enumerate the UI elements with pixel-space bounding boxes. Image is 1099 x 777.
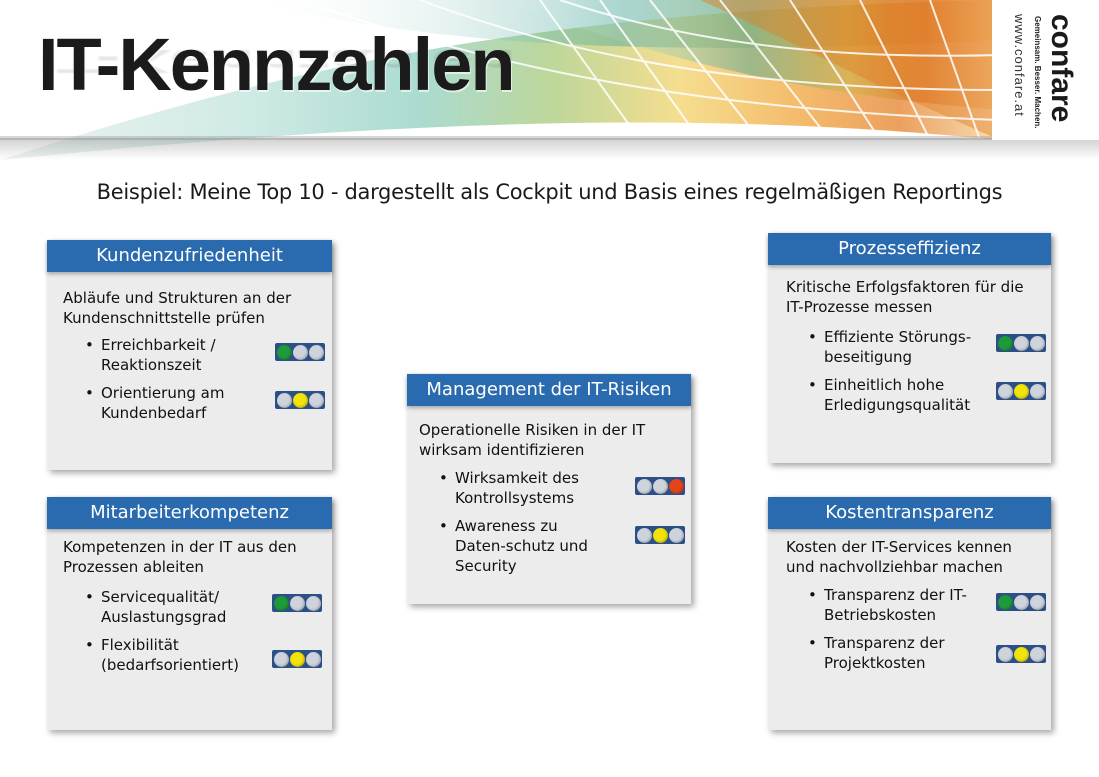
card-management-it-risiken: Management der IT-Risiken Operationelle … xyxy=(407,374,691,604)
kpi-item: • Effiziente Störungs-beseitigung xyxy=(808,327,1046,367)
kpi-item: • Transparenz der IT-Betriebskosten xyxy=(808,585,1046,625)
card-title: Kundenzufriedenheit xyxy=(47,240,332,272)
card-kundenzufriedenheit: Kundenzufriedenheit Abläufe und Struktur… xyxy=(47,240,332,470)
status-off-light xyxy=(273,651,289,667)
kpi-label: Transparenz der Projektkosten xyxy=(824,634,945,672)
status-off-light xyxy=(668,527,684,543)
header-banner: IT-Kennzahlen IT-Kennzahlen confare Geme… xyxy=(0,0,1099,160)
traffic-light-indicator xyxy=(996,645,1046,663)
kpi-label: Einheitlich hohe Erledigungsqualität xyxy=(824,376,971,414)
kpi-label: Transparenz der IT-Betriebskosten xyxy=(824,586,967,624)
status-off-light xyxy=(308,392,324,408)
status-off-light xyxy=(636,527,652,543)
status-off-light xyxy=(997,646,1013,662)
status-off-light xyxy=(1013,335,1029,351)
kpi-item: • Orientierung am Kundenbedarf xyxy=(85,383,325,423)
status-off-light xyxy=(1029,594,1045,610)
status-green-light xyxy=(273,595,289,611)
status-off-light xyxy=(1029,335,1045,351)
bullet-icon: • xyxy=(808,586,817,604)
card-description: Operationelle Risiken in der IT wirksam … xyxy=(419,421,646,459)
bullet-icon: • xyxy=(85,384,94,402)
traffic-light-indicator xyxy=(272,650,322,668)
card-title: Management der IT-Risiken xyxy=(407,374,691,406)
status-off-light xyxy=(1029,646,1045,662)
status-yellow-light xyxy=(1013,646,1029,662)
traffic-light-indicator xyxy=(635,526,685,544)
status-green-light xyxy=(276,344,292,360)
status-off-light xyxy=(305,651,321,667)
kpi-label: Erreichbarkeit / Reaktionszeit xyxy=(101,336,216,374)
card-description: Abläufe und Strukturen an der Kundenschn… xyxy=(63,289,292,327)
slide-subtitle: Beispiel: Meine Top 10 - dargestellt als… xyxy=(96,180,1003,204)
status-yellow-light xyxy=(292,392,308,408)
status-red-light xyxy=(668,478,684,494)
kpi-item: • Wirksamkeit des Kontrollsystems xyxy=(439,468,685,508)
bullet-icon: • xyxy=(439,517,448,535)
card-description: Kosten der IT-Services kennen und nachvo… xyxy=(786,538,1012,576)
card-mitarbeiterkompetenz: Mitarbeiterkompetenz Kompetenzen in der … xyxy=(47,497,332,730)
kpi-item: • Awareness zu Daten-schutz und Security xyxy=(439,516,685,575)
bullet-icon: • xyxy=(808,328,817,346)
traffic-light-indicator xyxy=(635,477,685,495)
status-off-light xyxy=(1013,594,1029,610)
status-green-light xyxy=(997,594,1013,610)
status-green-light xyxy=(997,335,1013,351)
status-off-light xyxy=(305,595,321,611)
kpi-item: • Flexibilität (bedarfsorientiert) xyxy=(85,635,324,675)
traffic-light-indicator xyxy=(272,594,322,612)
kpi-item: • Transparenz der Projektkosten xyxy=(808,633,1046,673)
status-yellow-light xyxy=(1013,383,1029,399)
card-title: Prozesseffizienz xyxy=(768,233,1051,265)
status-off-light xyxy=(652,478,668,494)
status-yellow-light xyxy=(289,651,305,667)
status-off-light xyxy=(636,478,652,494)
kpi-item: • Einheitlich hohe Erledigungsqualität xyxy=(808,375,1046,415)
kpi-label: Awareness zu Daten-schutz und Security xyxy=(455,517,588,575)
page-title: IT-Kennzahlen xyxy=(38,23,516,106)
bullet-icon: • xyxy=(808,376,817,394)
bullet-icon: • xyxy=(85,588,94,606)
kpi-label: Wirksamkeit des Kontrollsystems xyxy=(455,469,579,507)
status-off-light xyxy=(997,383,1013,399)
traffic-light-indicator xyxy=(275,343,325,361)
card-prozesseffizienz: Prozesseffizienz Kritische Erfolgsfaktor… xyxy=(768,233,1051,463)
logo-url: www.confare.at xyxy=(1012,14,1027,117)
card-description: Kritische Erfolgsfaktoren für die IT-Pro… xyxy=(786,278,1024,316)
card-description: Kompetenzen in der IT aus den Prozessen … xyxy=(63,538,297,576)
traffic-light-indicator xyxy=(996,382,1046,400)
card-title: Mitarbeiterkompetenz xyxy=(47,497,332,529)
traffic-light-indicator xyxy=(996,334,1046,352)
card-kostentransparenz: Kostentransparenz Kosten der IT-Services… xyxy=(768,497,1051,730)
status-yellow-light xyxy=(652,527,668,543)
logo-tagline: Gemeinsam. Besser. Machen. xyxy=(1033,16,1042,129)
kpi-item: • Erreichbarkeit / Reaktionszeit xyxy=(85,335,325,375)
kpi-label: Servicequalität/ Auslastungsgrad xyxy=(101,588,227,626)
kpi-label: Flexibilität (bedarfsorientiert) xyxy=(101,636,240,674)
bullet-icon: • xyxy=(808,634,817,652)
confare-logo: confare xyxy=(1045,14,1078,123)
bullet-icon: • xyxy=(439,469,448,487)
status-off-light xyxy=(1029,383,1045,399)
bullet-icon: • xyxy=(85,336,94,354)
traffic-light-indicator xyxy=(996,593,1046,611)
header-shadow xyxy=(0,138,1099,160)
kpi-label: Orientierung am Kundenbedarf xyxy=(101,384,225,422)
kpi-label: Effiziente Störungs-beseitigung xyxy=(824,328,972,366)
bullet-icon: • xyxy=(85,636,94,654)
kpi-item: • Servicequalität/ Auslastungsgrad xyxy=(85,587,324,627)
status-off-light xyxy=(276,392,292,408)
card-title: Kostentransparenz xyxy=(768,497,1051,529)
status-off-light xyxy=(289,595,305,611)
status-off-light xyxy=(292,344,308,360)
status-off-light xyxy=(308,344,324,360)
traffic-light-indicator xyxy=(275,391,325,409)
